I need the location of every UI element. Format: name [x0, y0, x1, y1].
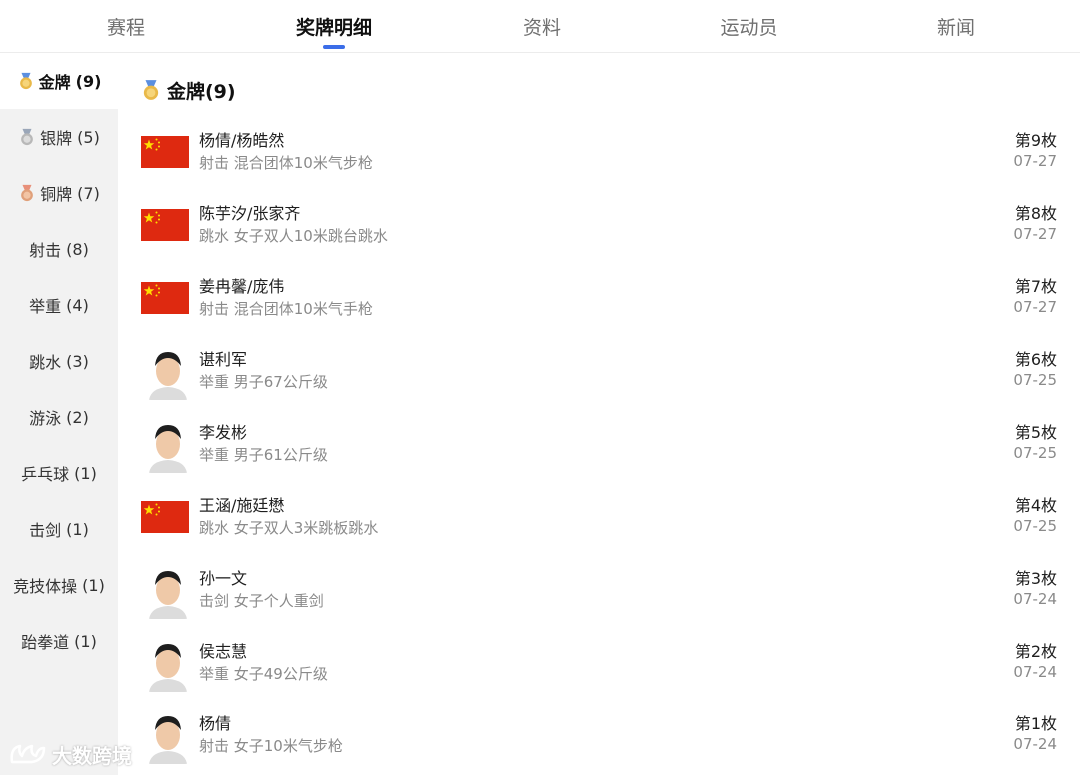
event-name: 举重 男子67公斤级: [199, 373, 328, 391]
china-flag-icon: [141, 282, 189, 314]
medal-date: 07-24: [1013, 590, 1057, 608]
top-tab-bar: 赛程 奖牌明细 资料 运动员 新闻: [0, 0, 1080, 53]
event-name: 举重 女子49公斤级: [199, 665, 328, 683]
event-name: 射击 混合团体10米气手枪: [199, 300, 373, 318]
athlete-photo: [145, 708, 191, 764]
list-item[interactable]: 李发彬 举重 男子61公斤级 第5枚 07-25: [140, 412, 1065, 484]
watermark-logo-icon: [10, 744, 46, 764]
medal-rank: 第7枚: [1014, 277, 1057, 296]
gold-medal-icon: [19, 72, 32, 90]
sidebar-item-diving[interactable]: 跳水 (3): [0, 333, 118, 389]
tab-info[interactable]: 资料: [438, 0, 646, 52]
medal-date: 07-27: [1013, 152, 1057, 170]
list-item[interactable]: 王涵/施廷懋 跳水 女子双人3米跳板跳水 第4枚 07-25: [140, 485, 1065, 557]
athlete-photo: [145, 344, 191, 400]
china-flag-icon: [141, 209, 189, 241]
athlete-name: 杨倩/杨皓然: [199, 131, 285, 150]
athlete-name: 李发彬: [199, 423, 248, 442]
medal-rank: 第5枚: [1014, 423, 1057, 442]
athlete-name: 谌利军: [199, 350, 248, 369]
sidebar-item-gymnastics[interactable]: 竞技体操 (1): [0, 557, 118, 613]
bronze-medal-icon: [21, 184, 34, 202]
medal-rank: 第1枚: [1014, 714, 1057, 733]
watermark: 大数跨境: [8, 738, 132, 770]
tab-schedule[interactable]: 赛程: [22, 0, 230, 52]
silver-medal-icon: [21, 128, 34, 146]
medal-rank: 第4枚: [1014, 496, 1057, 515]
athlete-photo: [145, 636, 191, 692]
medal-date: 07-27: [1013, 298, 1057, 316]
medal-rank: 第3枚: [1014, 569, 1057, 588]
medal-date: 07-25: [1013, 371, 1057, 389]
china-flag-icon: [141, 136, 189, 168]
athlete-name: 王涵/施廷懋: [199, 496, 285, 515]
medal-date: 07-25: [1013, 517, 1057, 535]
medal-date: 07-24: [1013, 663, 1057, 681]
list-item[interactable]: 谌利军 举重 男子67公斤级 第6枚 07-25: [140, 339, 1065, 411]
tab-athletes[interactable]: 运动员: [645, 0, 853, 52]
list-item[interactable]: 孙一文 击剑 女子个人重剑 第3枚 07-24: [140, 558, 1065, 630]
list-item[interactable]: 姜冉馨/庞伟 射击 混合团体10米气手枪 第7枚 07-27: [140, 266, 1065, 338]
section-title: 金牌(9): [140, 74, 236, 106]
sidebar-item-bronze[interactable]: 铜牌 (7): [0, 165, 118, 221]
tab-news[interactable]: 新闻: [852, 0, 1060, 52]
athlete-name: 侯志慧: [199, 642, 248, 661]
active-tab-indicator: [323, 45, 345, 49]
medal-date: 07-27: [1013, 225, 1057, 243]
medal-rank: 第8枚: [1014, 204, 1057, 223]
athlete-name: 孙一文: [199, 569, 248, 588]
medal-rank: 第9枚: [1014, 131, 1057, 150]
event-name: 跳水 女子双人10米跳台跳水: [199, 227, 388, 245]
sidebar-item-table-tennis[interactable]: 乒乓球 (1): [0, 445, 118, 501]
athlete-photo: [145, 563, 191, 619]
category-sidebar: 金牌 (9) 银牌 (5) 铜牌 (7) 射击 (8) 举重 (4) 跳水 (3) 游泳 (2…: [0, 53, 118, 775]
list-item[interactable]: 陈芋汐/张家齐 跳水 女子双人10米跳台跳水 第8枚 07-27: [140, 193, 1065, 265]
medal-date: 07-24: [1013, 735, 1057, 753]
event-name: 举重 男子61公斤级: [199, 446, 328, 464]
sidebar-item-fencing[interactable]: 击剑 (1): [0, 501, 118, 557]
event-name: 跳水 女子双人3米跳板跳水: [199, 519, 379, 537]
sidebar-item-silver[interactable]: 银牌 (5): [0, 109, 118, 165]
event-name: 射击 混合团体10米气步枪: [199, 154, 373, 172]
athlete-name: 杨倩: [199, 714, 232, 733]
sidebar-item-swimming[interactable]: 游泳 (2): [0, 389, 118, 445]
athlete-name: 陈芋汐/张家齐: [199, 204, 301, 223]
medal-rank: 第2枚: [1014, 642, 1057, 661]
athlete-photo: [145, 417, 191, 473]
gold-medal-icon: [143, 80, 159, 100]
sidebar-item-gold[interactable]: 金牌 (9): [0, 53, 118, 109]
medal-rank: 第6枚: [1014, 350, 1057, 369]
list-item[interactable]: 杨倩 射击 女子10米气步枪 第1枚 07-24: [140, 703, 1065, 775]
event-name: 击剑 女子个人重剑: [199, 592, 324, 610]
event-name: 射击 女子10米气步枪: [199, 737, 343, 755]
list-item[interactable]: 杨倩/杨皓然 射击 混合团体10米气步枪 第9枚 07-27: [140, 120, 1065, 192]
medal-date: 07-25: [1013, 444, 1057, 462]
china-flag-icon: [141, 501, 189, 533]
athlete-name: 姜冉馨/庞伟: [199, 277, 285, 296]
list-item[interactable]: 侯志慧 举重 女子49公斤级 第2枚 07-24: [140, 631, 1065, 703]
tab-medal-details[interactable]: 奖牌明细: [230, 0, 438, 52]
sidebar-item-taekwondo[interactable]: 跆拳道 (1): [0, 613, 118, 669]
sidebar-item-weightlifting[interactable]: 举重 (4): [0, 277, 118, 333]
sidebar-item-shooting[interactable]: 射击 (8): [0, 221, 118, 277]
